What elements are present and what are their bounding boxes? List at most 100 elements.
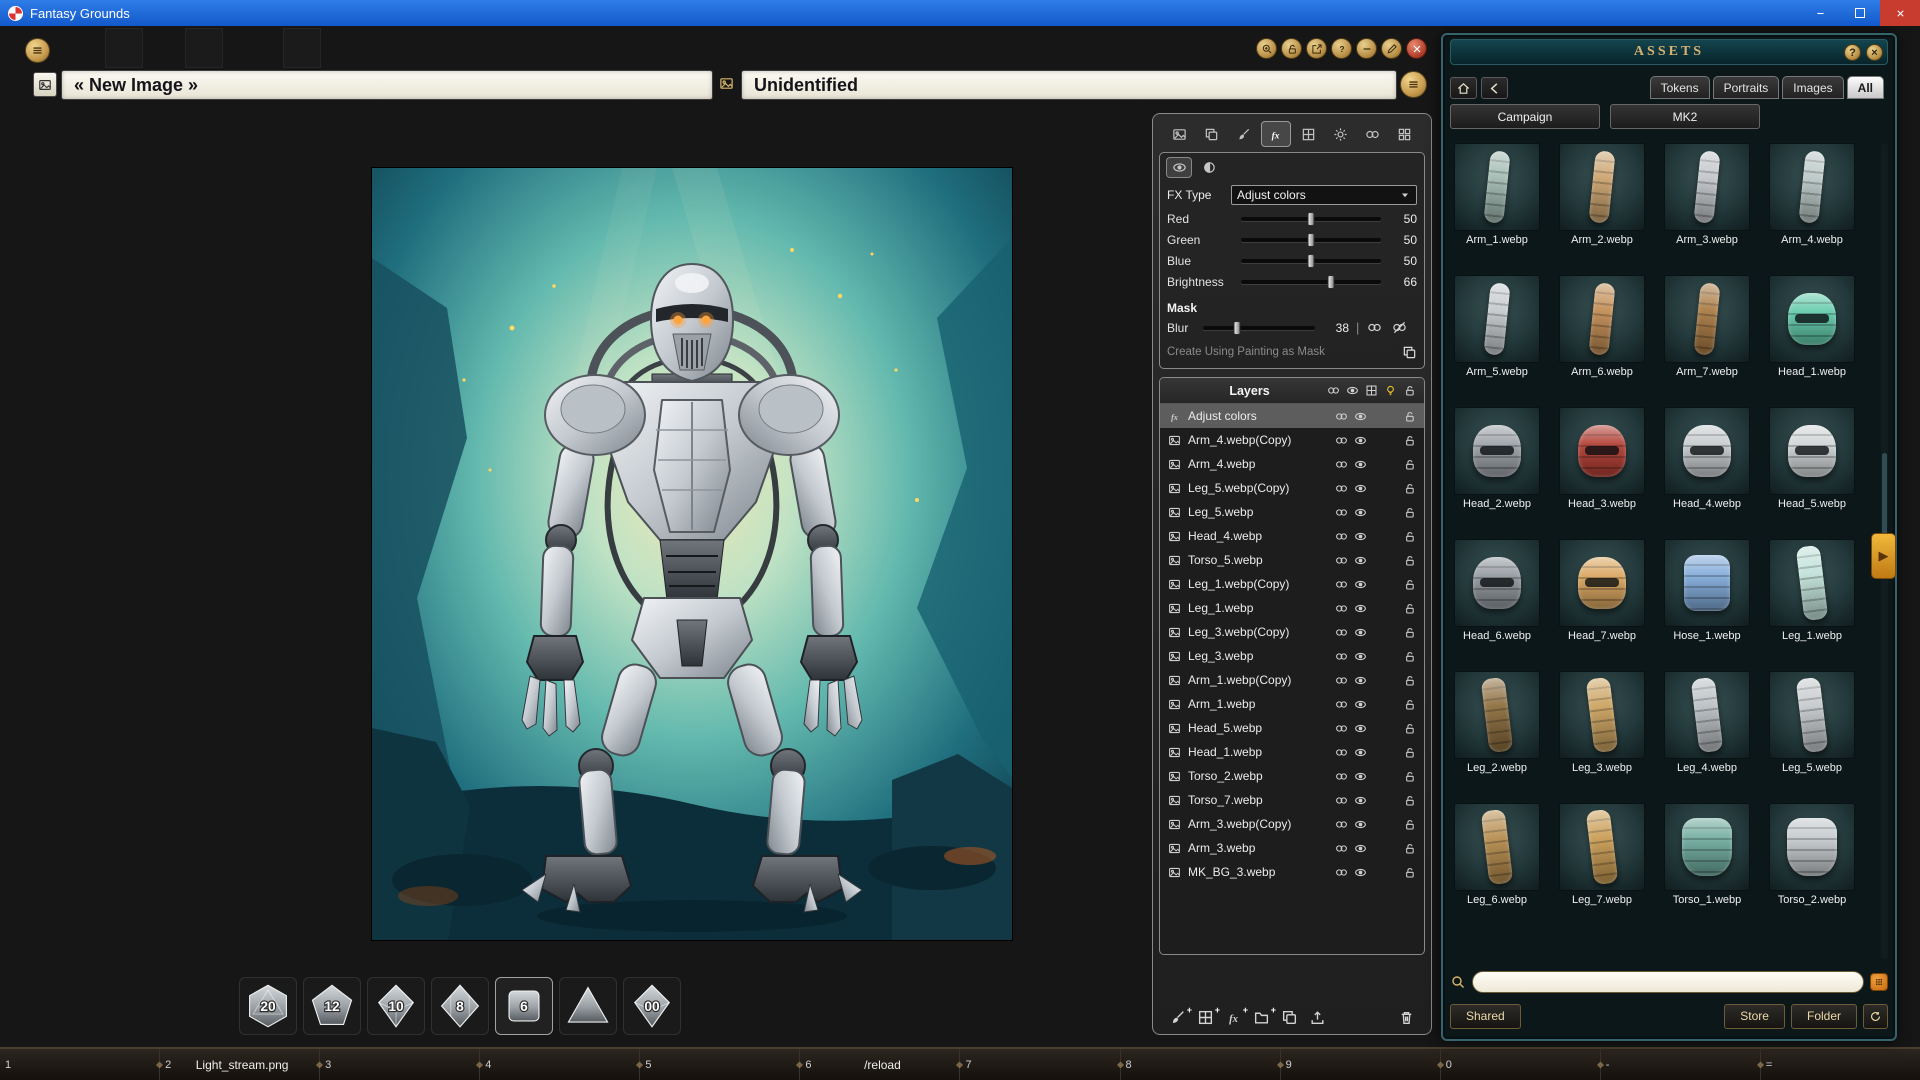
- hotbar-slot-5[interactable]: 5: [639, 1049, 799, 1080]
- die-d8[interactable]: 8: [431, 977, 489, 1035]
- assets-tab-portraits[interactable]: Portraits: [1713, 76, 1780, 99]
- asset-item[interactable]: Leg_5.webp: [1769, 671, 1855, 777]
- layer-link-icon[interactable]: [1332, 506, 1351, 519]
- layer-lock-icon[interactable]: [1400, 530, 1419, 543]
- layer-visibility-icon[interactable]: [1351, 602, 1370, 615]
- layer-visibility-icon[interactable]: [1351, 578, 1370, 591]
- assets-titlebar[interactable]: ASSETS ? ×: [1450, 39, 1888, 65]
- asset-item[interactable]: Arm_6.webp: [1559, 275, 1645, 381]
- asset-item[interactable]: Arm_2.webp: [1559, 143, 1645, 249]
- layer-lock-icon[interactable]: [1400, 866, 1419, 879]
- folder-add-button[interactable]: +: [1253, 1009, 1270, 1026]
- mask-copy-button[interactable]: [1402, 345, 1417, 360]
- layer-row[interactable]: Leg_1.webp: [1160, 596, 1424, 620]
- asset-item[interactable]: Head_6.webp: [1454, 539, 1540, 645]
- hotbar-slot-7[interactable]: 7: [959, 1049, 1119, 1080]
- hotbar-slot-3[interactable]: 3: [319, 1049, 479, 1080]
- portrait-slot[interactable]: [185, 28, 223, 68]
- layer-row[interactable]: Arm_1.webp(Copy): [1160, 668, 1424, 692]
- image-canvas[interactable]: [372, 168, 1012, 940]
- asset-item[interactable]: Arm_7.webp: [1664, 275, 1750, 381]
- layer-visibility-icon[interactable]: [1351, 818, 1370, 831]
- layer-visibility-icon[interactable]: [1351, 482, 1370, 495]
- grid-tool-button[interactable]: [1391, 122, 1419, 146]
- layer-link-icon[interactable]: [1332, 434, 1351, 447]
- layer-lock-icon[interactable]: [1400, 482, 1419, 495]
- layer-visibility-icon[interactable]: [1351, 650, 1370, 663]
- filter-campaign-button[interactable]: Campaign: [1450, 104, 1600, 129]
- mask-unlink-button[interactable]: [1387, 319, 1412, 336]
- layer-lock-icon[interactable]: [1400, 722, 1419, 735]
- asset-item[interactable]: Arm_5.webp: [1454, 275, 1540, 381]
- refresh-button[interactable]: [1863, 1004, 1888, 1029]
- layers-bulb-button[interactable]: [1381, 382, 1400, 400]
- layer-row[interactable]: Arm_4.webp: [1160, 452, 1424, 476]
- layer-lock-icon[interactable]: [1400, 746, 1419, 759]
- asset-item[interactable]: Torso_2.webp: [1769, 803, 1855, 909]
- die-d4[interactable]: [559, 977, 617, 1035]
- asset-item[interactable]: Arm_4.webp: [1769, 143, 1855, 249]
- slider-thumb[interactable]: [1308, 212, 1315, 226]
- asset-item[interactable]: Leg_4.webp: [1664, 671, 1750, 777]
- layer-lock-icon[interactable]: [1400, 506, 1419, 519]
- layer-link-icon[interactable]: [1332, 674, 1351, 687]
- layer-lock-icon[interactable]: [1400, 578, 1419, 591]
- layer-link-icon[interactable]: [1332, 770, 1351, 783]
- folder-button[interactable]: Folder: [1791, 1004, 1857, 1029]
- layer-lock-icon[interactable]: [1400, 434, 1419, 447]
- die-d20[interactable]: 20: [239, 977, 297, 1035]
- window-menu-button[interactable]: [1400, 71, 1427, 98]
- layer-link-icon[interactable]: [1332, 746, 1351, 759]
- layer-visibility-icon[interactable]: [1351, 866, 1370, 879]
- mask-toggle-button[interactable]: [1197, 158, 1221, 177]
- window-share-button[interactable]: [1306, 38, 1327, 59]
- brush-tool-button[interactable]: [1230, 122, 1258, 146]
- assets-help-button[interactable]: ?: [1844, 44, 1861, 61]
- die-d12[interactable]: 12: [303, 977, 361, 1035]
- slider-thumb[interactable]: [1308, 254, 1315, 268]
- asset-item[interactable]: Head_3.webp: [1559, 407, 1645, 513]
- layer-row[interactable]: Head_4.webp: [1160, 524, 1424, 548]
- mask-link-button[interactable]: [1362, 319, 1387, 336]
- layer-lock-icon[interactable]: [1400, 794, 1419, 807]
- assets-tab-all[interactable]: All: [1847, 76, 1884, 99]
- asset-item[interactable]: Head_7.webp: [1559, 539, 1645, 645]
- hotbar-slot-6[interactable]: 6 /reload: [799, 1049, 959, 1080]
- layer-row[interactable]: Torso_2.webp: [1160, 764, 1424, 788]
- shared-button[interactable]: Shared: [1450, 1004, 1521, 1029]
- tiles-add-button[interactable]: +: [1197, 1009, 1214, 1026]
- layer-visibility-icon[interactable]: [1351, 722, 1370, 735]
- asset-search-input[interactable]: [1472, 971, 1864, 993]
- layer-link-icon[interactable]: [1332, 554, 1351, 567]
- slider-track[interactable]: [1241, 259, 1381, 263]
- asset-item[interactable]: Head_4.webp: [1664, 407, 1750, 513]
- identity-field[interactable]: Unidentified: [741, 70, 1397, 100]
- layer-lock-icon[interactable]: [1400, 770, 1419, 783]
- image-name-field[interactable]: « New Image »: [61, 70, 713, 100]
- layer-row[interactable]: Arm_1.webp: [1160, 692, 1424, 716]
- layer-link-icon[interactable]: [1332, 650, 1351, 663]
- layer-link-icon[interactable]: [1332, 722, 1351, 735]
- hotbar-slot-2[interactable]: 2 Light_stream.png: [159, 1049, 319, 1080]
- asset-item[interactable]: Head_1.webp: [1769, 275, 1855, 381]
- layer-row[interactable]: Arm_3.webp: [1160, 836, 1424, 860]
- copy-button[interactable]: [1281, 1009, 1298, 1026]
- layer-lock-icon[interactable]: [1400, 602, 1419, 615]
- layer-link-icon[interactable]: [1332, 842, 1351, 855]
- layer-link-icon[interactable]: [1332, 626, 1351, 639]
- layer-link-icon[interactable]: [1332, 794, 1351, 807]
- layer-lock-icon[interactable]: [1400, 410, 1419, 423]
- portrait-slot[interactable]: [105, 28, 143, 68]
- window-pencil-button[interactable]: [1381, 38, 1402, 59]
- layer-visibility-icon[interactable]: [1351, 458, 1370, 471]
- radial-menu-button[interactable]: [25, 38, 50, 63]
- layer-row[interactable]: Adjust colors: [1160, 404, 1424, 428]
- slider-thumb[interactable]: [1327, 275, 1334, 289]
- die-d10[interactable]: 10: [367, 977, 425, 1035]
- asset-item[interactable]: Leg_6.webp: [1454, 803, 1540, 909]
- export-button[interactable]: [1309, 1009, 1326, 1026]
- layer-row[interactable]: Leg_5.webp(Copy): [1160, 476, 1424, 500]
- layer-link-icon[interactable]: [1332, 866, 1351, 879]
- asset-item[interactable]: Arm_3.webp: [1664, 143, 1750, 249]
- layers-lock-button[interactable]: [1400, 382, 1419, 400]
